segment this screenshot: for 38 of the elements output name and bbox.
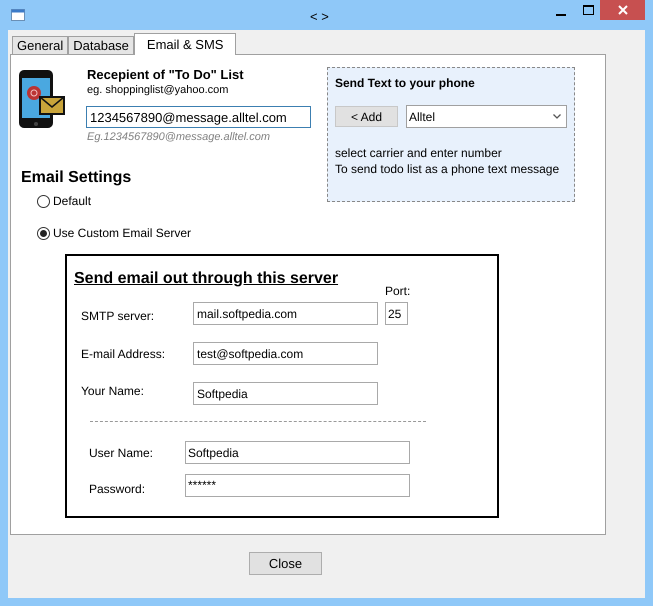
field-label: Password:	[89, 481, 146, 497]
field-label: Your Name:	[81, 383, 145, 399]
email-settings-heading: Email Settings	[21, 168, 132, 188]
window-icon	[11, 9, 25, 21]
radio-button[interactable]	[37, 194, 50, 208]
text-field[interactable]: Softpedia	[193, 382, 378, 405]
info-text: select carrier and enter number	[335, 145, 503, 161]
port-label: Port:	[385, 283, 410, 299]
info-text: To send todo list as a phone text message	[335, 161, 560, 177]
tab[interactable]: General	[12, 36, 68, 54]
chevron-down-icon	[553, 114, 561, 119]
text-field[interactable]: Softpedia	[185, 441, 410, 464]
close-window-button[interactable]	[600, 0, 645, 20]
radio-button[interactable]	[37, 226, 50, 240]
add-button[interactable]: < Add	[335, 106, 398, 127]
recipient-example: eg. shoppinglist@yahoo.com	[87, 83, 230, 97]
recipient-field[interactable]: 1234567890@message.alltel.com	[86, 106, 311, 128]
radio-label: Default	[53, 193, 92, 209]
carrier-dropdown[interactable]: Alltel	[406, 105, 567, 128]
maximize-icon[interactable]	[583, 5, 594, 15]
recipient-title: Recepient of "To Do" List	[87, 67, 245, 83]
tab[interactable]: Database	[68, 36, 134, 54]
sms-panel-title: Send Text to your phone	[335, 75, 476, 91]
text-field[interactable]: mail.softpedia.com	[193, 302, 378, 325]
recipient-hint: Eg.1234567890@message.alltel.com	[87, 130, 272, 144]
close-button[interactable]: Close	[249, 552, 322, 575]
field-label: E-mail Address:	[81, 346, 166, 362]
field-label: User Name:	[89, 444, 154, 460]
text-field[interactable]: ******	[185, 474, 410, 496]
close-icon	[618, 5, 628, 15]
phone-mail-icon	[18, 69, 66, 131]
tab[interactable]: Email & SMS	[134, 33, 236, 55]
text-field[interactable]: test@softpedia.com	[193, 342, 378, 365]
server-heading: Send email out through this server	[74, 269, 338, 289]
window-title: < >	[310, 8, 329, 26]
radio-label: Use Custom Email Server	[53, 225, 192, 241]
field-label: SMTP server:	[81, 308, 156, 324]
port-field[interactable]: 25	[385, 302, 408, 325]
